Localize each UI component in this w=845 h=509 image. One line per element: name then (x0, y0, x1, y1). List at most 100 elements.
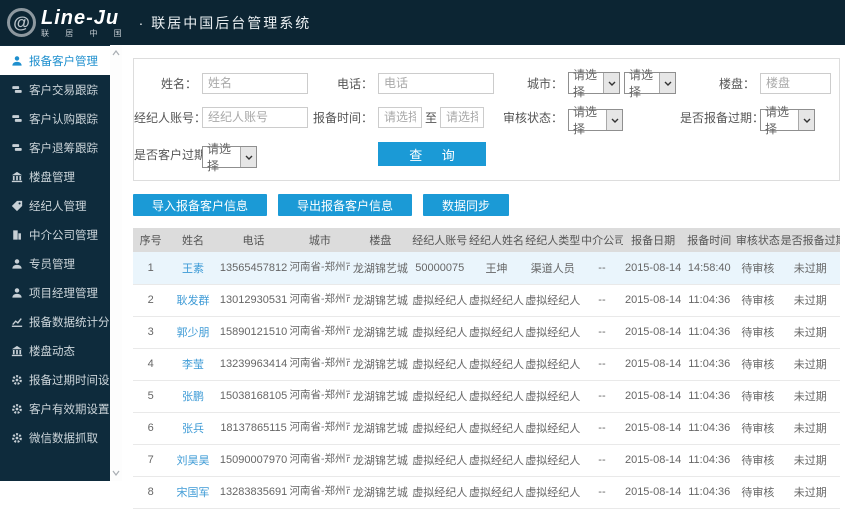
chevron-down-icon (659, 73, 675, 93)
name-input[interactable] (202, 72, 308, 94)
cell-phone: 15890121510 (217, 316, 290, 349)
phone-input[interactable] (378, 72, 494, 94)
sidebar-item[interactable]: 楼盘管理 (0, 162, 110, 191)
table-row: 5张鹏15038168105河南省-郑州市 -新郑市龙湖锦艺城虚拟经纪人虚拟经纪… (133, 380, 840, 413)
cell-account: 虚拟经纪人 (410, 284, 469, 317)
cell-name[interactable]: 郭少朋 (168, 316, 218, 349)
city-select[interactable]: 请选择 (624, 68, 676, 99)
sidebar-item[interactable]: 客户有效期设置 (0, 394, 110, 423)
sidebar-item[interactable]: 专员管理 (0, 249, 110, 278)
scroll-down-icon[interactable] (110, 467, 122, 479)
report-table: 序号 姓名 电话 城市 楼盘 经纪人账号 经纪人姓名 经纪人类型 中介公司 报备日期 报备时间 审核状… (133, 228, 840, 509)
page-title: · 联居中国后台管理系统 (138, 14, 312, 31)
cell-account: 虚拟经纪人 (410, 412, 469, 445)
cell-agent-type: 虚拟经纪人 (524, 316, 582, 349)
cell-time: 11:04:36 (683, 444, 736, 477)
sidebar: 报备客户管理 客户交易跟踪 客户认购跟踪 客户退筹跟踪 楼盘管理 经纪人管理 中… (0, 45, 121, 481)
gear-icon (10, 402, 23, 415)
cell-building: 龙湖锦艺城 (350, 348, 411, 381)
import-customers-button[interactable]: 导入报备客户信息 (133, 194, 268, 216)
query-button[interactable]: 查 询 (378, 142, 486, 166)
sidebar-item[interactable]: 经纪人管理 (0, 191, 110, 220)
cell-agent-type: 虚拟经纪人 (524, 412, 582, 445)
building-icon (10, 228, 23, 241)
column-header: 楼盘 (350, 228, 411, 252)
cell-status: 待审核 (735, 380, 781, 413)
scroll-up-icon[interactable] (110, 47, 122, 59)
sidebar-item[interactable]: 报备过期时间设置 (0, 365, 121, 394)
sidebar-item[interactable]: 项目经理管理 (0, 278, 110, 307)
sidebar-item[interactable]: 客户交易跟踪 (0, 75, 110, 104)
user-icon (10, 54, 23, 67)
customer-expired-select[interactable]: 请选择 (202, 142, 257, 173)
agent-account-input[interactable] (202, 106, 308, 128)
cell-time: 11:04:36 (683, 316, 736, 349)
sidebar-item[interactable]: 报备数据统计分析 (0, 307, 121, 336)
cell-city: 河南省-郑州市 -新郑市 (289, 252, 351, 285)
logo: @ Line-Ju 联 居 中 国 (0, 8, 129, 38)
cell-name[interactable]: 张兵 (168, 412, 218, 445)
cell-name[interactable]: 张鹏 (168, 380, 218, 413)
cell-city: 河南省-郑州市 -新郑市 (289, 444, 351, 477)
cell-time: 11:04:36 (683, 380, 736, 413)
cell-no: 3 (133, 316, 169, 349)
cell-no: 2 (133, 284, 169, 317)
report-time-from-input[interactable] (378, 106, 422, 128)
cell-account: 虚拟经纪人 (410, 316, 469, 349)
cell-status: 待审核 (735, 252, 781, 285)
table-row: 6张兵18137865115河南省-郑州市 -新郑市龙湖锦艺城虚拟经纪人虚拟经纪… (133, 412, 840, 445)
action-buttons: 导入报备客户信息 导出报备客户信息 数据同步 (133, 194, 840, 216)
cell-phone: 15090007970 (217, 444, 290, 477)
tag-icon (10, 199, 23, 212)
cell-expired: 未过期 (780, 380, 840, 413)
cell-agent-name: 虚拟经纪人 (468, 444, 525, 477)
stack-icon (10, 141, 23, 154)
column-header: 序号 (133, 228, 169, 252)
sidebar-item[interactable]: 微信数据抓取 (0, 423, 110, 452)
cell-date: 2015-08-14 (622, 380, 684, 413)
cell-expired: 未过期 (780, 412, 840, 445)
building-input[interactable] (760, 72, 831, 94)
audit-status-select[interactable]: 请选择 (568, 105, 623, 136)
report-time-to-input[interactable] (440, 106, 485, 128)
name-label: 姓名： (160, 76, 197, 91)
table-row: 3郭少朋15890121510河南省-郑州市 -新郑市龙湖锦艺城虚拟经纪人虚拟经… (133, 316, 840, 349)
cell-date: 2015-08-14 (622, 316, 684, 349)
cell-expired: 未过期 (780, 348, 840, 381)
cell-name[interactable]: 王素 (168, 252, 218, 285)
cell-time: 11:04:36 (683, 284, 736, 317)
cell-agent-name: 虚拟经纪人 (468, 284, 525, 317)
table-row: 2耿发群13012930531河南省-郑州市 -新郑市龙湖锦艺城虚拟经纪人虚拟经… (133, 284, 840, 317)
cell-company: -- (581, 412, 623, 445)
cell-status: 待审核 (735, 284, 781, 317)
report-expired-label: 是否报备过期： (680, 110, 765, 125)
cell-account: 50000075 (410, 252, 469, 285)
cell-city: 河南省-郑州市 -新郑市 (289, 316, 351, 349)
table-row: 1王素13565457812河南省-郑州市 -新郑市龙湖锦艺城50000075王… (133, 252, 840, 285)
sidebar-item[interactable]: 客户退筹跟踪 (0, 133, 110, 162)
sidebar-item[interactable]: 报备客户管理 (0, 46, 110, 75)
sidebar-item[interactable]: 中介公司管理 (0, 220, 110, 249)
sidebar-item[interactable]: 客户认购跟踪 (0, 104, 110, 133)
cell-agent-name: 虚拟经纪人 (468, 380, 525, 413)
cell-no: 4 (133, 348, 169, 381)
cell-phone: 13012930531 (217, 284, 290, 317)
sidebar-scrollbar[interactable] (110, 45, 122, 481)
cell-building: 龙湖锦艺城 (350, 412, 411, 445)
cell-date: 2015-08-14 (622, 348, 684, 381)
report-expired-select[interactable]: 请选择 (760, 105, 815, 136)
cell-name[interactable]: 耿发群 (168, 284, 218, 317)
cell-agent-type: 渠道人员 (524, 252, 582, 285)
sidebar-item[interactable]: 楼盘动态 (0, 336, 110, 365)
cell-city: 河南省-郑州市 -新郑市 (289, 380, 351, 413)
city-province-select[interactable]: 请选择 (568, 68, 620, 99)
data-sync-button[interactable]: 数据同步 (423, 194, 510, 216)
cell-account: 虚拟经纪人 (410, 380, 469, 413)
cell-phone: 13565457812 (217, 252, 290, 285)
chevron-down-icon (606, 110, 622, 130)
cell-name[interactable]: 刘昊昊 (168, 444, 218, 477)
export-customers-button[interactable]: 导出报备客户信息 (278, 194, 413, 216)
cell-time: 14:58:40 (683, 252, 736, 285)
cell-name[interactable]: 李莹 (168, 348, 218, 381)
cell-agent-name: 虚拟经纪人 (468, 316, 525, 349)
